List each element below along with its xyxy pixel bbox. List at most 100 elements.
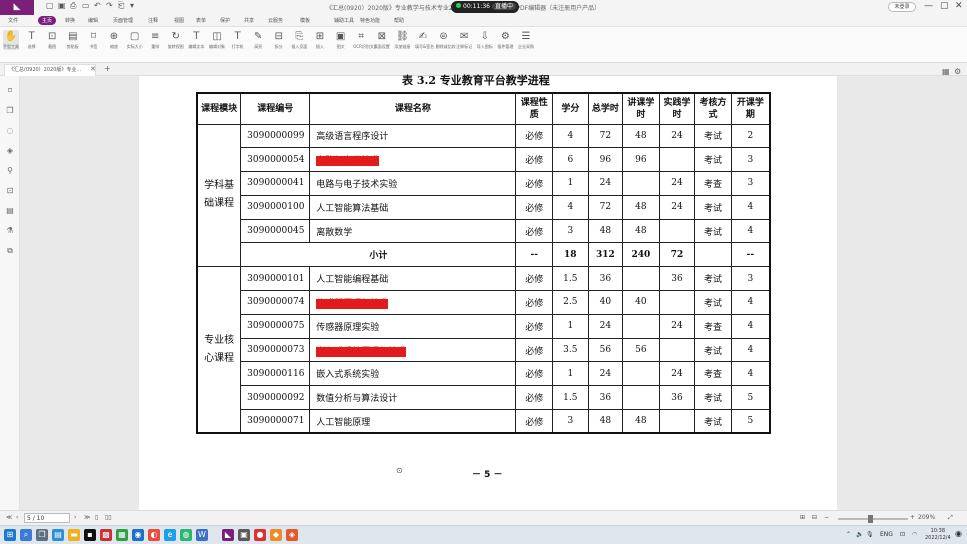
tool-insert-page-button[interactable]: ⎘ 插入页面 [291,30,307,50]
foxit-pdf-icon[interactable]: ◣ [222,529,234,541]
zoom-in-icon[interactable]: + [910,514,915,521]
app-logo[interactable]: ◣ [0,0,34,15]
save-icon[interactable]: ▣ [58,1,66,10]
tool-reflow-button[interactable]: ≡ 重排 [147,30,163,50]
next-page-icon[interactable]: › [74,514,76,521]
task-view-icon[interactable]: ❐ [36,529,48,541]
language-indicator[interactable]: ENG [880,531,893,538]
tool-edit-text-button[interactable]: Ｔ 编辑文本 [188,30,204,50]
first-page-icon[interactable]: ≪ [6,514,12,521]
tool-select-button[interactable]: Ｔ 选择 [24,30,40,50]
tool-edit-object-button[interactable]: ◫ 编辑对象 [209,30,225,50]
two-page-icon[interactable]: ▯▯ [105,514,112,521]
minimize-icon[interactable]: — [924,1,933,11]
menu-item-3[interactable]: 编辑 [88,17,98,24]
redo-icon[interactable]: ↷ [106,1,113,10]
tool-link-button[interactable]: ⛓ 添加链接 [394,30,410,50]
fullscreen-icon[interactable]: ⤢ [948,514,953,522]
app-word-icon[interactable]: W [196,529,208,541]
menu-item-8[interactable]: 保护 [220,17,230,24]
menu-item-5[interactable]: 注释 [148,17,158,24]
tool-rotate-button[interactable]: ↻ 旋转视图 [168,30,184,50]
bookmark-panel-icon[interactable]: ⌑ [5,86,15,95]
search-icon[interactable]: ⌕ [20,529,32,541]
menu-item-6[interactable]: 视图 [174,17,184,24]
app-record-icon[interactable]: ● [254,529,266,541]
notification-icon[interactable]: ◉ [955,529,962,538]
tool-sign-button[interactable]: ✍ 填写&签名 [415,30,434,50]
attachments-panel-icon[interactable]: ⚲ [5,166,15,175]
tool-ocr-button[interactable]: ⌗ OCR识别文本 [353,30,378,50]
security-panel-icon[interactable]: ⊡ [5,186,15,195]
layers-panel-icon[interactable]: ◈ [5,146,15,155]
page-number-input[interactable]: 5 / 10 [24,513,70,523]
prev-page-icon[interactable]: ‹ [16,514,18,521]
tool-highlight-button[interactable]: ✎ 高亮 [250,30,266,50]
tags-panel-icon[interactable]: ⧉ [5,246,15,256]
fit-page-icon[interactable]: ⊞ [800,514,805,521]
page-layout-icon[interactable]: ▯ [95,514,98,521]
tool-actual-size-button[interactable]: ▢ 实际大小 [127,30,143,50]
tool-insert-button[interactable]: ⊞ 插入 [312,30,328,50]
fit-width-icon[interactable]: ⊟ [812,514,817,521]
stamp-icon[interactable]: ⎗ [118,1,124,11]
tray-up-icon[interactable]: ⌃ [846,531,851,538]
start-icon[interactable]: ⊞ [4,529,16,541]
undo-icon[interactable]: ↶ [94,1,101,10]
menu-item-2[interactable]: 转换 [65,17,75,24]
pages-panel-icon[interactable]: ❐ [5,106,15,115]
window-icon[interactable]: ▭ [82,1,90,10]
menu-item-10[interactable]: 云服务 [268,17,283,24]
print-icon[interactable]: ⎙ [70,1,76,11]
explorer-icon[interactable]: ▤ [52,529,64,541]
menu-item-14[interactable]: 帮助 [394,17,404,24]
folder-icon[interactable]: ▬ [68,529,80,541]
terminal-icon[interactable]: ▪ [84,529,96,541]
menu-item-11[interactable]: 模板 [300,17,310,24]
login-button[interactable]: 未登录 [888,2,916,12]
app-red-icon[interactable]: ▩ [100,529,112,541]
tool-import-button[interactable]: ⇩ 导入图标 [477,30,493,50]
zoom-out-icon[interactable]: − [824,514,829,521]
document-tab[interactable]: 《汇总(0920）2020版》专业... [4,64,96,76]
tool-bookmark-button[interactable]: ⌑ 书签 [85,30,101,50]
tray-wifi-icon[interactable]: ◠ [912,531,917,538]
menu-item-1[interactable]: 主页 [38,16,57,25]
tab-close-icon[interactable]: ✕ [90,65,96,73]
tool-zoom-button[interactable]: ⊕ 缩放 [106,30,122,50]
tool-split-button[interactable]: ⊟ 拆分 [271,30,287,50]
app-blue-icon[interactable]: ◉ [132,529,144,541]
zoom-slider-handle[interactable] [868,515,873,523]
tool-typewriter-button[interactable]: Ｔ 打字机 [230,30,246,50]
quick-access-dropdown-icon[interactable]: ▾ [130,1,134,10]
menu-item-7[interactable]: 表单 [196,17,206,24]
edge-browser-icon[interactable]: e [164,529,176,541]
tool-purchase-button[interactable]: ☰ 企业采购 [518,30,534,50]
app-yellow-icon[interactable]: ◆ [270,529,282,541]
search-panel-icon[interactable]: ⚗ [5,226,15,235]
new-tab-icon[interactable]: + [104,64,111,73]
tool-clipboard-button[interactable]: ▤ 剪贴板 [65,30,81,50]
close-window-icon[interactable]: ✕ [955,1,963,11]
tool-page-setup-button[interactable]: ⊠ 页面设置 [374,30,390,50]
app-gray-icon[interactable]: ▣ [238,529,250,541]
tool-snapshot-button[interactable]: ⊡ 截图 [44,30,60,50]
view-grid-icon[interactable]: ▦ [942,67,950,76]
settings-icon[interactable]: ⚙ [954,67,961,76]
menu-item-9[interactable]: 共享 [244,17,254,24]
tray-network-icon[interactable]: ⊡ [900,531,905,538]
tool-hand-button[interactable]: ✋ 手型工具 [3,30,19,50]
app-orange-icon[interactable]: ◐ [148,529,160,541]
wechat-icon[interactable]: ◍ [180,529,192,541]
tool-plugin-button[interactable]: ⚙ 插件管理 [497,30,513,50]
recording-indicator[interactable]: 00:11:36 直播中 [451,1,519,13]
tool-image-text-button[interactable]: ▣ 图文 [333,30,349,50]
last-page-icon[interactable]: ≫ [84,514,90,521]
tool-compare-button[interactable]: ⊜ 删除或比较 [436,30,456,50]
menu-item-4[interactable]: 页面管理 [113,17,133,24]
tray-volume-icon[interactable]: 🔈 [856,531,863,538]
tool-comment-button[interactable]: ✉ 注释标记 [456,30,472,50]
system-clock[interactable]: 10:38 2022/12/4 [925,528,951,542]
menu-item-13[interactable]: 特色功能 [360,17,380,24]
app-orange2-icon[interactable]: ◈ [286,529,298,541]
